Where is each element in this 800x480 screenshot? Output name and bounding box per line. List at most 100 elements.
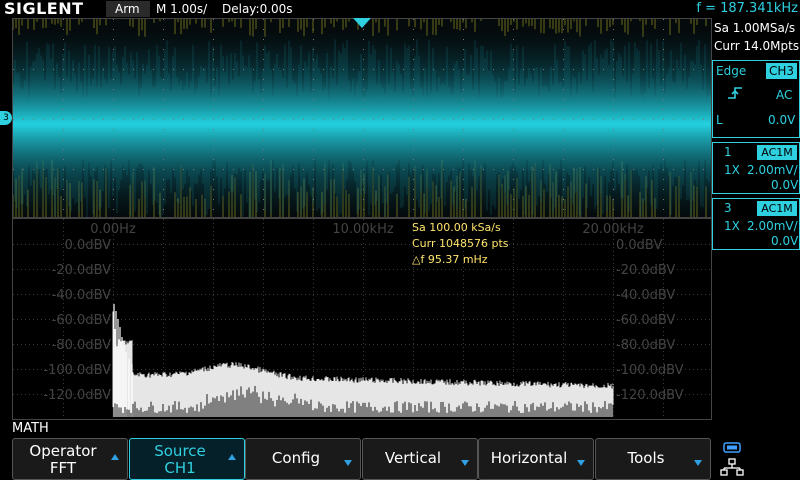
grid-dot <box>33 344 34 345</box>
grid-dot <box>533 119 534 120</box>
grid-dot <box>163 59 164 60</box>
grid-dot <box>493 119 494 120</box>
grid-dot <box>209 294 210 295</box>
grid-dot <box>663 179 664 180</box>
grid-dot <box>697 319 698 320</box>
grid-dot <box>593 369 594 370</box>
grid-dot <box>401 244 402 245</box>
grid-dot <box>45 319 46 320</box>
db-tick-label-right: -120.0dBV <box>616 388 684 403</box>
grid-dot <box>363 303 364 304</box>
channel-3-scale: 2.00mV/ <box>747 219 798 233</box>
grid-dot <box>313 99 314 100</box>
grid-dot <box>263 291 264 292</box>
grid-dot <box>463 319 464 320</box>
grid-dot <box>413 109 414 110</box>
grid-dot <box>113 279 114 280</box>
grid-dot <box>301 344 302 345</box>
grid-dot <box>463 109 464 110</box>
grid-dot <box>125 319 126 320</box>
grid-dot <box>689 294 690 295</box>
grid-dot <box>313 363 314 364</box>
grid-dot <box>37 269 38 270</box>
grid-dot <box>313 369 314 370</box>
grid-dot <box>569 369 570 370</box>
softkey-vertical-button[interactable]: Vertical <box>362 438 478 480</box>
grid-dot <box>589 269 590 270</box>
grid-dot <box>563 283 564 284</box>
grid-dot <box>663 209 664 210</box>
grid-dot <box>369 319 370 320</box>
grid-dot <box>197 244 198 245</box>
grid-dot <box>213 243 214 244</box>
waveform-display[interactable] <box>12 18 712 218</box>
grid-dot <box>113 169 114 170</box>
grid-dot <box>381 269 382 270</box>
grid-dot <box>221 294 222 295</box>
grid-dot <box>613 49 614 50</box>
grid-dot <box>181 319 182 320</box>
grid-dot <box>261 369 262 370</box>
softkey-horizontal-button[interactable]: Horizontal <box>478 438 594 480</box>
grid-dot <box>425 269 426 270</box>
grid-dot <box>213 355 214 356</box>
grid-dot <box>563 209 564 210</box>
grid-dot <box>263 355 264 356</box>
grid-dot <box>523 69 524 70</box>
grid-dot <box>533 319 534 320</box>
grid-dot <box>63 227 64 228</box>
trigger-position-marker[interactable] <box>353 18 371 28</box>
grid-dot <box>345 344 346 345</box>
grid-dot <box>517 269 518 270</box>
grid-dot <box>329 244 330 245</box>
grid-dot <box>463 343 464 344</box>
grid-dot <box>13 319 14 320</box>
grid-dot <box>163 129 164 130</box>
softkey-operator-button[interactable]: Operator FFT <box>12 438 128 480</box>
grid-dot <box>363 339 364 340</box>
grid-dot <box>663 419 664 420</box>
grid-dot <box>263 307 264 308</box>
grid-dot <box>453 369 454 370</box>
grid-dot <box>163 331 164 332</box>
grid-dot <box>413 419 414 420</box>
grid-dot <box>493 319 494 320</box>
grid-dot <box>545 369 546 370</box>
softkey-config-button[interactable]: Config <box>245 438 361 480</box>
grid-dot <box>545 319 546 320</box>
grid-dot <box>113 89 114 90</box>
grid-dot <box>613 209 614 210</box>
grid-dot <box>213 189 214 190</box>
grid-dot <box>513 139 514 140</box>
fft-display[interactable]: 0.00Hz 10.00kHz 20.00kHz 0.0dBV 0.0dBV -20.0d… <box>12 218 712 420</box>
grid-dot <box>233 294 234 295</box>
db-tick-label-right: -100.0dBV <box>616 363 684 378</box>
grid-dot <box>357 294 358 295</box>
grid-dot <box>413 267 414 268</box>
channel-offset-marker[interactable]: 3 <box>0 111 12 125</box>
grid-dot <box>563 363 564 364</box>
grid-dot <box>329 319 330 320</box>
grid-dot <box>313 271 314 272</box>
grid-dot <box>193 369 194 370</box>
softkey-source-button[interactable]: Source CH1 <box>129 438 245 480</box>
grid-dot <box>17 294 18 295</box>
grid-dot <box>189 244 190 245</box>
grid-dot <box>563 189 564 190</box>
grid-dot <box>337 244 338 245</box>
grid-dot <box>609 294 610 295</box>
grid-dot <box>93 69 94 70</box>
trigger-source[interactable]: CH3 <box>766 63 797 79</box>
grid-dot <box>697 369 698 370</box>
grid-dot <box>313 59 314 60</box>
grid-dot <box>37 244 38 245</box>
grid-dot <box>405 319 406 320</box>
softkey-tools-button[interactable]: Tools <box>595 438 711 480</box>
grid-dot <box>313 129 314 130</box>
grid-dot <box>413 327 414 328</box>
grid-dot <box>553 344 554 345</box>
grid-dot <box>653 169 654 170</box>
grid-dot <box>223 69 224 70</box>
softkey-label: Source <box>154 442 206 460</box>
grid-dot <box>263 227 264 228</box>
